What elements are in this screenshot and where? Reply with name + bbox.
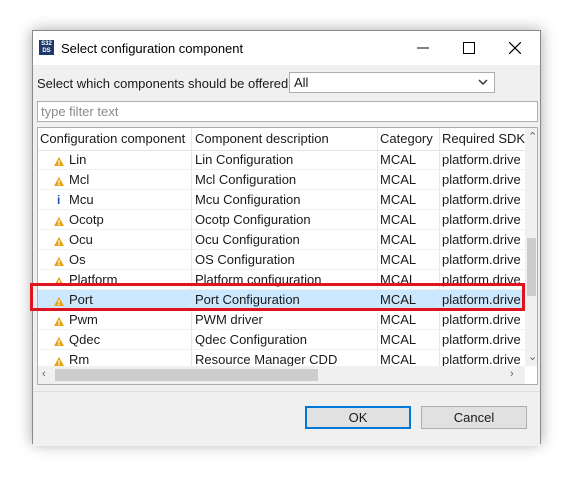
component-description: OS Configuration [195,252,295,267]
scroll-up-icon[interactable]: ⌃ [528,130,537,143]
warning-icon [54,235,64,246]
select-component-dialog: S32 DS Select configuration component Sel… [32,30,541,446]
cancel-button[interactable]: Cancel [421,406,527,429]
component-description: Platform configuration [195,272,322,287]
warning-icon [54,155,64,166]
scroll-left-icon[interactable]: ‹ [42,368,46,380]
component-description: Mcu Configuration [195,192,301,207]
warning-icon [54,275,64,286]
component-sdk: platform.drive [442,252,521,267]
component-description: Ocotp Configuration [195,212,311,227]
warning-icon [54,215,64,226]
table-row[interactable]: i Mcu Mcu Configuration MCAL platform.drive [38,190,525,210]
component-category: MCAL [380,152,417,167]
warning-icon [54,355,64,366]
close-button[interactable] [492,31,538,65]
component-category: MCAL [380,332,417,347]
component-category: MCAL [380,212,417,227]
warning-icon [54,295,64,306]
table-row[interactable]: Pwm PWM driver MCAL platform.drive [38,310,525,330]
table-header: Configuration component Component descri… [38,128,525,151]
s32ds-app-icon: S32 DS [39,40,54,55]
table-row[interactable]: Port Port Configuration MCAL platform.drive [38,290,525,310]
offer-dropdown[interactable]: All [289,72,495,93]
component-category: MCAL [380,292,417,307]
component-name: Platform [69,272,118,287]
component-name: Mcl [69,172,90,187]
component-sdk: platform.drive [442,172,521,187]
dialog-title: Select configuration component [61,41,244,56]
offer-label: Select which components should be offere… [37,76,289,91]
component-name: Os [69,252,86,267]
table-row[interactable]: Ocu Ocu Configuration MCAL platform.drive [38,230,525,250]
vertical-scroll-thumb[interactable] [527,238,536,296]
offer-dropdown-value: All [294,75,309,90]
warning-icon [54,335,64,346]
component-sdk: platform.drive [442,272,521,287]
table-row[interactable]: Ocotp Ocotp Configuration MCAL platform.dri… [38,210,525,230]
component-name: Qdec [69,332,101,347]
component-name: Pwm [69,312,98,327]
table-row[interactable]: Platform Platform configuration MCAL platfo… [38,270,525,290]
title-bar: S32 DS Select configuration component [33,31,540,65]
table-row[interactable]: Mcl Mcl Configuration MCAL platform.drive [38,170,525,190]
components-table: Configuration component Component descri… [37,127,538,385]
component-sdk: platform.drive [442,292,521,307]
component-sdk: platform.drive [442,192,521,207]
maximize-icon [463,42,475,54]
component-name: Ocotp [69,212,104,227]
component-name: Ocu [69,232,93,247]
component-description: PWM driver [195,312,263,327]
component-category: MCAL [380,252,417,267]
component-sdk: platform.drive [442,232,521,247]
component-category: MCAL [380,172,417,187]
warning-icon [54,315,64,326]
component-description: Ocu Configuration [195,232,300,247]
chevron-down-icon [478,79,488,85]
table-row[interactable]: Qdec Qdec Configuration MCAL platform.drive [38,330,525,350]
scroll-down-icon[interactable]: ⌄ [528,350,537,363]
maximize-button[interactable] [446,31,492,65]
filter-input[interactable] [37,101,538,122]
component-sdk: platform.drive [442,332,521,347]
component-category: MCAL [380,272,417,287]
component-category: MCAL [380,232,417,247]
close-icon [509,42,521,54]
scroll-right-icon[interactable]: › [510,368,514,380]
component-name: Port [69,292,93,307]
ok-button[interactable]: OK [305,406,411,429]
minimize-button[interactable] [400,31,446,65]
component-name: Mcu [69,192,94,207]
component-description: Qdec Configuration [195,332,308,347]
component-sdk: platform.drive [442,312,521,327]
component-sdk: platform.drive [442,212,521,227]
dialog-footer: OK Cancel [33,391,540,446]
horizontal-scrollbar[interactable]: ‹ › [38,366,525,384]
minimize-icon [417,47,429,49]
table-row[interactable]: Os OS Configuration MCAL platform.drive [38,250,525,270]
column-header-component[interactable]: Configuration component [40,129,192,149]
component-name: Lin [69,152,87,167]
column-header-category[interactable]: Category [380,129,440,149]
warning-icon [54,175,64,186]
column-header-description[interactable]: Component description [195,129,377,149]
info-icon: i [57,193,61,207]
vertical-scrollbar[interactable]: ⌃ ⌄ [525,128,537,366]
horizontal-scroll-thumb[interactable] [55,369,318,381]
component-category: MCAL [380,192,417,207]
component-sdk: platform.drive [442,152,521,167]
warning-icon [54,255,64,266]
component-category: MCAL [380,312,417,327]
component-description: Lin Configuration [195,152,294,167]
column-header-sdk[interactable]: Required SDK [442,129,525,149]
table-row[interactable]: Lin Lin Configuration MCAL platform.drive [38,150,525,170]
component-description: Mcl Configuration [195,172,297,187]
component-description: Port Configuration [195,292,300,307]
